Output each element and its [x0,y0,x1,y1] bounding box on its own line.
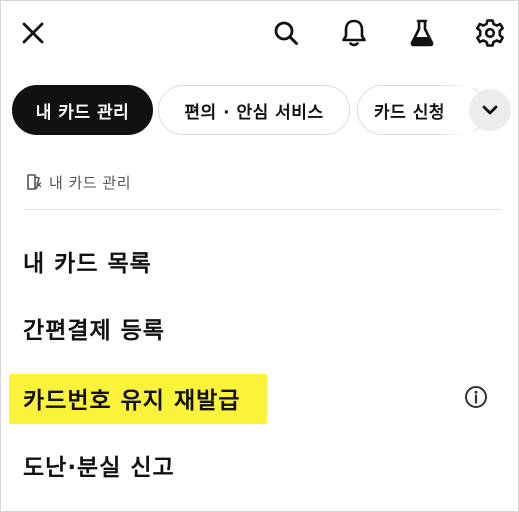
category-tabs: 내 카드 관리 편의 · 안심 서비스 카드 신청 [1,85,519,135]
tabs-fade [439,85,473,135]
menu-item-my-card-list[interactable]: 내 카드 목록 [23,241,152,281]
notification-button[interactable] [335,14,373,52]
gear-icon [476,19,504,47]
flask-icon [410,19,434,47]
menu-item-label: 내 카드 목록 [23,251,152,277]
section-divider [24,209,501,210]
menu-item-theft-loss-report[interactable]: 도난·분실 신고 [23,445,175,485]
bell-icon [342,19,366,47]
settings-button[interactable] [471,14,509,52]
lab-button[interactable] [403,14,441,52]
menu-item-reissue-keep-card-number[interactable]: 카드번호 유지 재발급 [23,378,240,418]
card-management-icon [27,174,42,190]
menu-item-label: 카드번호 유지 재발급 [23,388,241,414]
close-button[interactable] [17,17,49,49]
tab-label: 내 카드 관리 [35,102,130,123]
menu-item-simple-payment-registration[interactable]: 간편결제 등록 [23,308,165,348]
menu-item-label: 도난·분실 신고 [23,455,175,481]
chevron-down-icon [482,105,498,115]
info-icon [465,386,487,408]
tab-my-card-management[interactable]: 내 카드 관리 [12,85,153,135]
search-icon [274,21,298,45]
tab-convenience-security-service[interactable]: 편의 · 안심 서비스 [158,85,350,135]
expand-tabs-button[interactable] [469,89,511,131]
close-icon [22,22,44,44]
breadcrumb-label: 내 카드 관리 [49,173,132,192]
menu-item-label: 간편결제 등록 [23,318,165,344]
search-button[interactable] [268,15,304,51]
tab-label: 카드 신청 [374,102,445,123]
info-button[interactable] [463,384,489,410]
breadcrumb: 내 카드 관리 [25,170,131,194]
tab-label: 편의 · 안심 서비스 [184,102,324,123]
app-frame: 내 카드 관리 편의 · 안심 서비스 카드 신청 내 카드 관리 내 카드 목… [0,0,519,512]
